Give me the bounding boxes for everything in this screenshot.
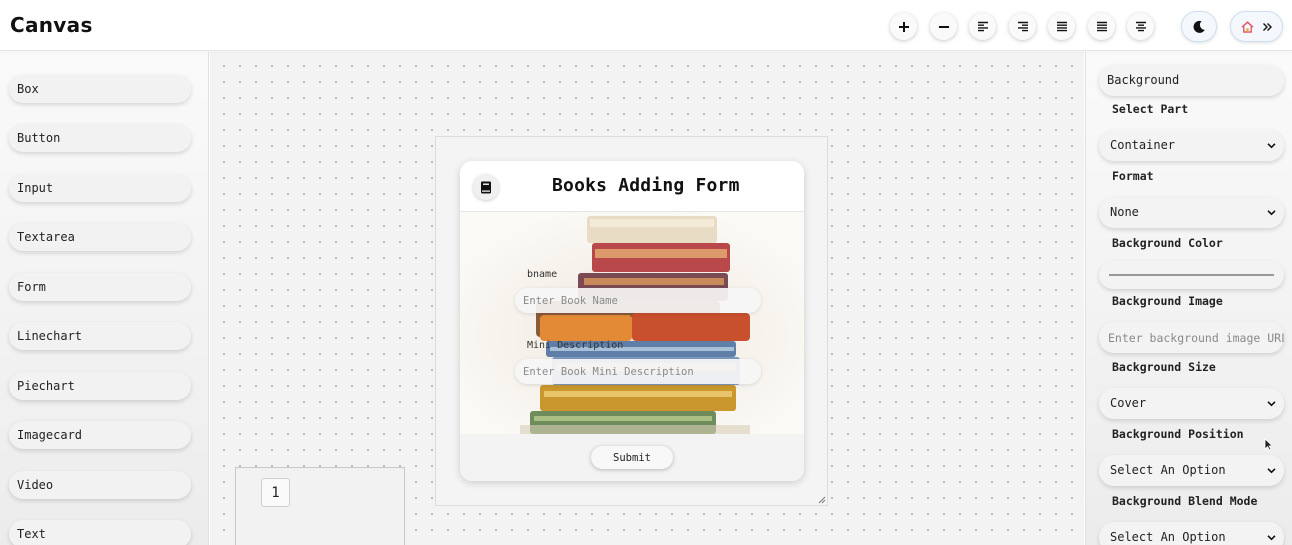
form-footer: Submit: [460, 434, 804, 481]
background-blend-mode-label: Background Blend Mode: [1112, 494, 1258, 508]
mouse-cursor-icon: [1264, 438, 1273, 451]
zoom-in-button[interactable]: [890, 13, 917, 40]
background-position-label: Background Position: [1112, 427, 1244, 441]
background-blend-mode-value: Select An Option: [1110, 530, 1226, 544]
book-name-input[interactable]: [515, 288, 761, 313]
component-piechart[interactable]: Piechart: [9, 372, 191, 400]
submit-button[interactable]: Submit: [591, 446, 673, 469]
chevron-down-icon: [1267, 468, 1276, 474]
form-header: Books Adding Form: [460, 161, 804, 212]
zoom-out-button[interactable]: [930, 13, 957, 40]
background-size-label: Background Size: [1112, 360, 1216, 374]
form-background-image: bname Mini Description: [460, 213, 804, 434]
moon-icon: [1193, 20, 1205, 33]
page-number-badge[interactable]: 1: [261, 478, 290, 507]
select-part-value: Container: [1110, 138, 1176, 152]
component-linechart[interactable]: Linechart: [9, 322, 191, 350]
component-button[interactable]: Button: [9, 124, 191, 152]
background-image-url-input[interactable]: [1099, 322, 1284, 353]
align-left-button[interactable]: [969, 13, 996, 40]
background-position-value: Select An Option: [1110, 463, 1226, 477]
component-textarea[interactable]: Textarea: [9, 223, 191, 251]
format-value: None: [1110, 205, 1139, 219]
background-image-label: Background Image: [1112, 294, 1223, 308]
home-icon: [1241, 20, 1254, 33]
theme-toggle-button[interactable]: [1181, 11, 1217, 42]
chevron-down-icon: [1267, 401, 1276, 407]
select-part-dropdown[interactable]: Container: [1099, 130, 1284, 161]
align-right-button[interactable]: [1009, 13, 1036, 40]
component-video[interactable]: Video: [9, 471, 191, 499]
top-bar: Canvas: [0, 0, 1292, 51]
chevron-down-icon: [1267, 143, 1276, 149]
canvas-frame[interactable]: Books Adding Form bname Enter Book Name …: [435, 136, 828, 506]
background-size-value: Cover: [1110, 396, 1147, 410]
mini-description-input[interactable]: [515, 359, 761, 384]
align-justify-alt-button[interactable]: [1088, 13, 1115, 40]
properties-panel: Background Select Part Container Format …: [1085, 52, 1292, 545]
resize-handle-icon[interactable]: [818, 496, 826, 504]
component-text[interactable]: Text: [9, 520, 191, 545]
align-center-icon: [1135, 21, 1146, 32]
align-left-icon: [977, 21, 988, 32]
align-justify-button[interactable]: [1048, 13, 1075, 40]
plus-icon: [898, 21, 909, 32]
background-blend-mode-dropdown[interactable]: Select An Option: [1099, 522, 1284, 545]
background-color-label: Background Color: [1112, 236, 1223, 250]
form-preview[interactable]: Books Adding Form bname Enter Book Name …: [460, 161, 804, 481]
component-form[interactable]: Form: [9, 273, 191, 301]
align-justify-icon: [1056, 21, 1067, 32]
align-center-button[interactable]: [1127, 13, 1154, 40]
mini-description-label: Mini Description: [527, 340, 624, 351]
component-palette: Box Button Input Textarea Form Linechart…: [0, 52, 209, 545]
format-label: Format: [1112, 169, 1154, 183]
component-box[interactable]: Box: [9, 75, 191, 103]
format-dropdown[interactable]: None: [1099, 197, 1284, 228]
background-color-picker[interactable]: [1099, 261, 1284, 289]
double-chevron-right-icon: [1263, 22, 1272, 31]
component-input[interactable]: Input: [9, 174, 191, 202]
component-imagecard[interactable]: Imagecard: [9, 421, 191, 449]
color-swatch-line: [1109, 274, 1274, 276]
chevron-down-icon: [1267, 210, 1276, 216]
books-stack-illustration: [460, 213, 804, 434]
align-justify-icon: [1096, 21, 1107, 32]
background-size-dropdown[interactable]: Cover: [1099, 388, 1284, 419]
background-section-title[interactable]: Background: [1099, 65, 1284, 96]
page-frame[interactable]: 1: [235, 467, 405, 545]
navigation-button[interactable]: [1230, 11, 1283, 42]
align-right-icon: [1017, 21, 1028, 32]
select-part-label: Select Part: [1112, 102, 1189, 116]
chevron-down-icon: [1267, 535, 1276, 541]
background-position-dropdown[interactable]: Select An Option: [1099, 455, 1284, 486]
app-title: Canvas: [10, 13, 93, 37]
design-canvas[interactable]: Books Adding Form bname Enter Book Name …: [210, 52, 1084, 545]
form-title: Books Adding Form: [552, 175, 740, 196]
book-icon: [473, 174, 499, 200]
bname-label: bname: [527, 269, 558, 280]
minus-icon: [938, 25, 949, 28]
